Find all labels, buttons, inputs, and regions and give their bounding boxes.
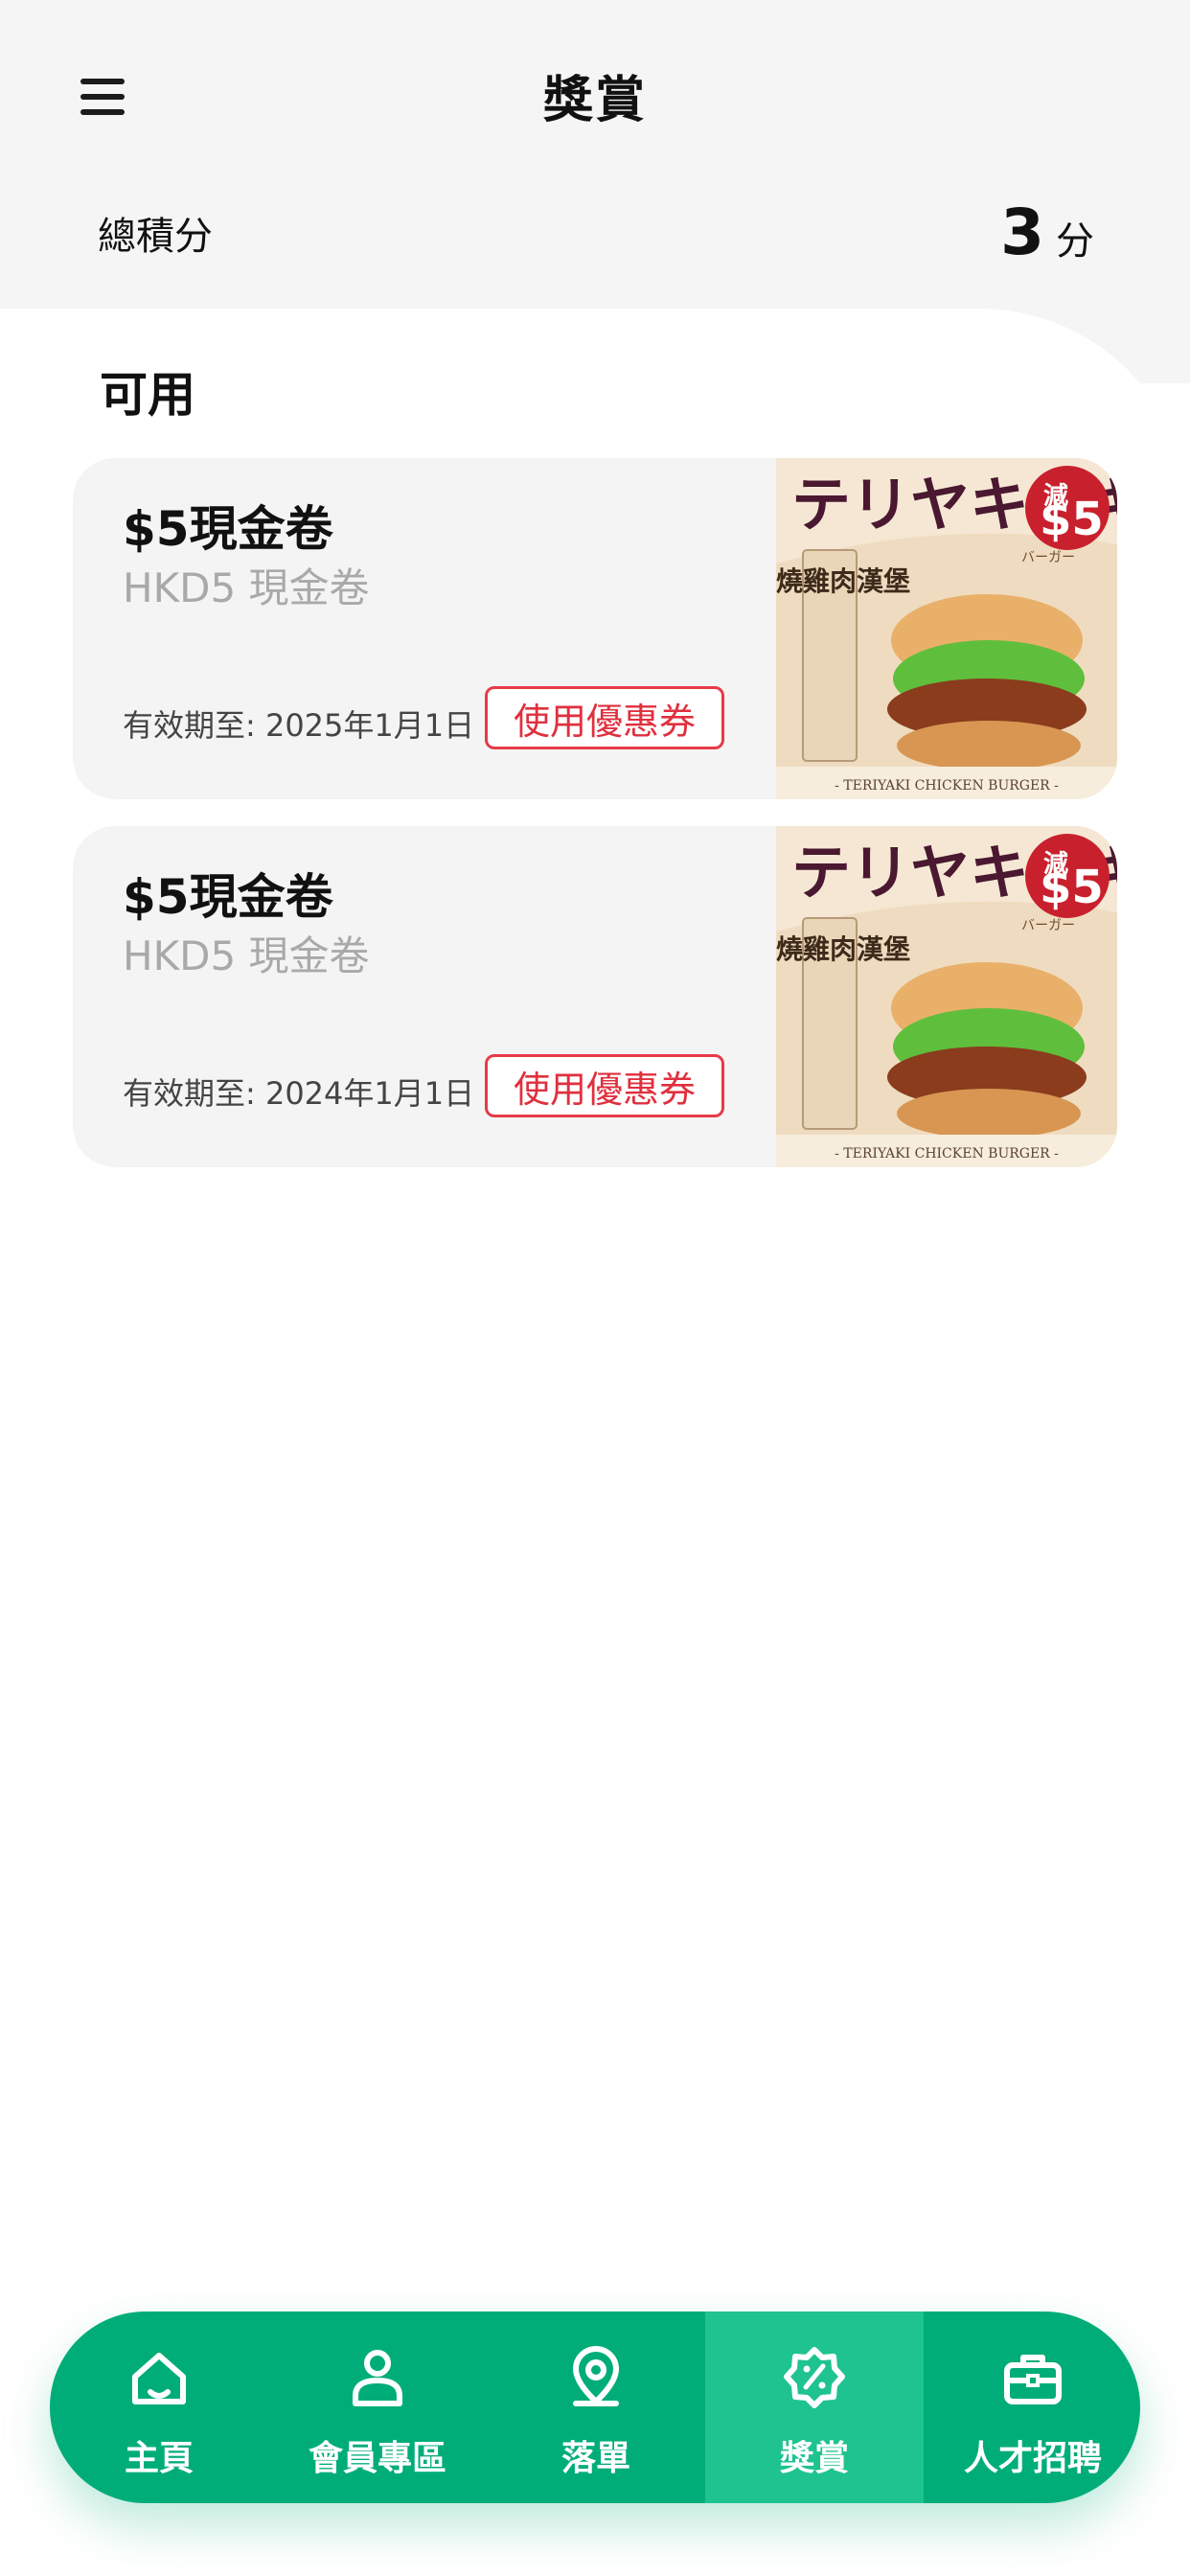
section-title-available: 可用 — [100, 367, 195, 423]
nav-label-careers: 人才招聘 — [963, 2439, 1102, 2478]
coupon-image: 照燒雞肉漢堡 テリヤキチキン バーガー 減 $5 - TERIYAKI CHIC… — [776, 826, 1117, 1167]
coupon-subtitle: HKD5 現金卷 — [123, 932, 370, 979]
coupon-expiry: 有效期至: 2025年1月1日 — [123, 707, 475, 744]
badge-value: $5 — [1040, 493, 1104, 546]
points-unit: 分 — [1056, 219, 1094, 264]
image-side-char: 照燒雞肉漢堡 — [776, 565, 910, 597]
image-small-text: バーガー — [1021, 918, 1075, 933]
coupon-card[interactable]: $5現金卷 HKD5 現金卷 有效期至: 2024年1月1日 使用優惠券 照燒雞… — [73, 826, 1117, 1167]
nav-label-order: 落單 — [561, 2439, 630, 2478]
nav-label-home: 主頁 — [124, 2439, 194, 2478]
nav-item-careers[interactable]: 人才招聘 — [924, 2312, 1140, 2503]
coupon-title: $5現金卷 — [123, 869, 333, 925]
home-icon — [132, 2353, 186, 2404]
coupon-title: $5現金卷 — [123, 501, 333, 557]
image-small-text: バーガー — [1021, 550, 1075, 565]
location-pin-icon — [573, 2346, 619, 2406]
nav-label-rewards: 獎賞 — [779, 2439, 849, 2478]
page-title: 獎賞 — [542, 72, 647, 129]
coupon-expiry: 有效期至: 2024年1月1日 — [123, 1075, 475, 1112]
image-footer: - TERIYAKI CHICKEN BURGER - — [835, 1146, 1059, 1162]
briefcase-icon — [1004, 2355, 1062, 2404]
rewards-content: 可用 $5現金卷 HKD5 現金卷 有效期至: 2025年1月1日 使用優惠券 … — [0, 309, 1190, 2576]
reward-badge-icon — [784, 2347, 845, 2408]
total-points: 3 分 — [1000, 196, 1094, 269]
coupon-subtitle: HKD5 現金卷 — [123, 564, 370, 611]
use-coupon-button[interactable]: 使用優惠券 — [485, 1054, 724, 1117]
nav-item-member[interactable]: 會員專區 — [268, 2312, 487, 2503]
coupon-card[interactable]: $5現金卷 HKD5 現金卷 有效期至: 2025年1月1日 使用優惠券 照燒雞… — [73, 458, 1117, 799]
nav-item-rewards[interactable]: 獎賞 — [705, 2312, 924, 2503]
bottom-nav: 主頁 會員專區 落單 獎賞 人才招聘 — [50, 2312, 1140, 2503]
coupon-image: 照燒雞肉漢堡 テリヤキチキン バーガー 減 $5 - TERIYAKI CHIC… — [776, 458, 1117, 799]
image-side-char: 照燒雞肉漢堡 — [776, 933, 910, 965]
use-coupon-button[interactable]: 使用優惠券 — [485, 686, 724, 749]
badge-value: $5 — [1040, 861, 1104, 914]
nav-item-home[interactable]: 主頁 — [50, 2312, 268, 2503]
nav-item-order[interactable]: 落單 — [487, 2312, 705, 2503]
rewards-page: 獎賞 總積分 3 分 可用 $5現金卷 HKD5 現金卷 有效期至: 2025年… — [0, 0, 1190, 2576]
nav-label-member: 會員專區 — [308, 2439, 446, 2478]
total-points-label: 總積分 — [98, 215, 213, 259]
image-footer: - TERIYAKI CHICKEN BURGER - — [835, 778, 1059, 794]
member-icon — [353, 2350, 402, 2406]
points-value: 3 — [1000, 196, 1044, 269]
